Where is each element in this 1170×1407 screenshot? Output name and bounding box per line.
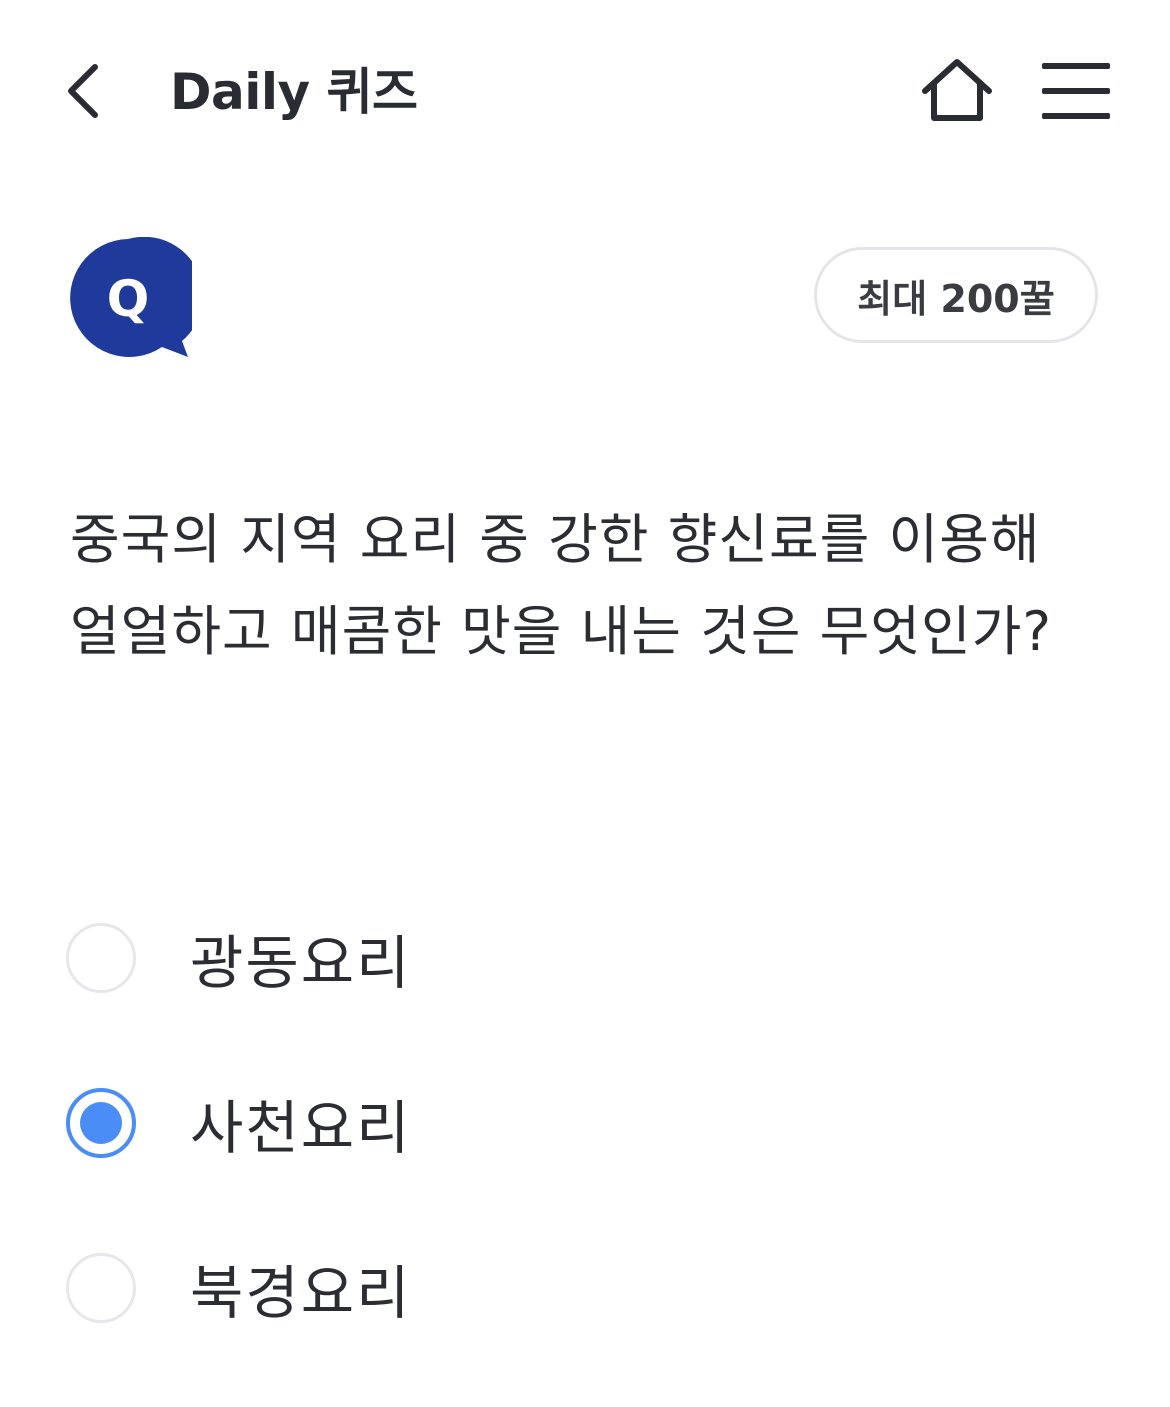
option-1[interactable]: 광동요리 [66,913,1106,1003]
radio-button[interactable] [66,1253,136,1323]
menu-button[interactable] [1036,60,1116,126]
chevron-left-icon [63,61,103,125]
home-icon [921,57,993,127]
option-label: 사천요리 [190,1094,412,1162]
reward-badge: 최대 200꿀 [814,247,1098,343]
radio-button-selected[interactable] [66,1088,136,1158]
question-badge-letter: Q [107,270,150,328]
option-3[interactable]: 북경요리 [66,1243,1106,1333]
back-button[interactable] [58,58,108,128]
hamburger-menu-icon [1040,61,1112,125]
option-label: 북경요리 [190,1259,412,1327]
home-button[interactable] [918,56,996,128]
page-title: Daily 퀴즈 [170,63,418,121]
question-text: 중국의 지역 요리 중 강한 향신료를 이용해 얼얼하고 매콤한 맛을 내는 것… [70,508,1053,663]
option-label: 광동요리 [190,929,412,997]
reward-label: 최대 200꿀 [857,276,1055,321]
radio-button[interactable] [66,923,136,993]
option-2[interactable]: 사천요리 [66,1078,1106,1168]
question-badge: Q [68,237,192,361]
